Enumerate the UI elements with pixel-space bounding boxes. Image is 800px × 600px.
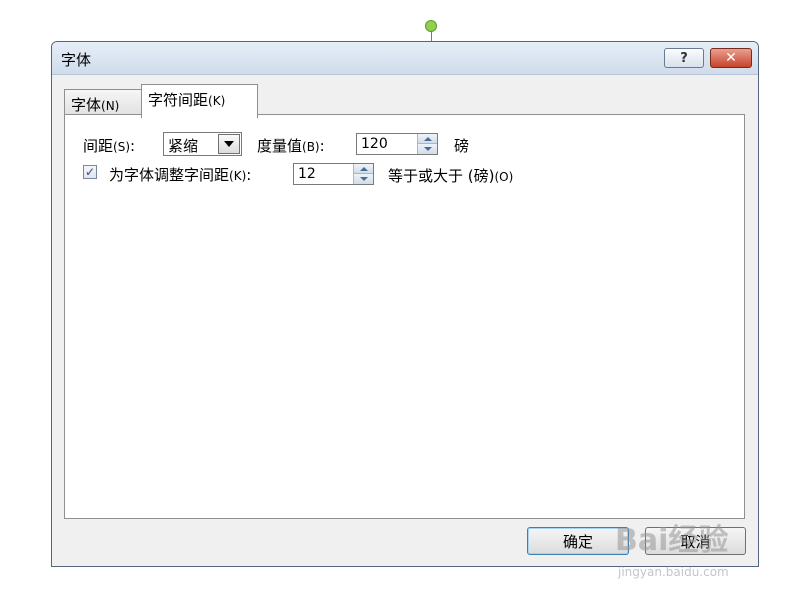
kerning-increment-button[interactable] [354,164,373,174]
amount-unit: 磅 [454,137,470,155]
font-dialog: 字体 ? ✕ 字体(N) 字符间距(K) 间距(S): 紧缩 度量值(B): 1… [51,41,759,567]
amount-spin-buttons [417,134,437,154]
spacing-label: 间距(S): [83,137,136,155]
amount-label: 度量值(B): [257,137,325,155]
close-button[interactable]: ✕ [710,48,752,68]
amount-value: 120 [361,136,388,152]
ok-button[interactable]: 确定 [527,527,629,555]
kerning-spin-buttons [353,164,373,184]
arrow-up-icon [359,166,368,171]
spacing-select[interactable]: 紧缩 [163,132,242,156]
tab-character-spacing[interactable]: 字符间距(K) [141,84,258,118]
arrow-up-icon [423,136,432,141]
dialog-title: 字体 [61,51,92,69]
spacing-dropdown-button[interactable] [218,134,240,154]
kerning-spinbox[interactable]: 12 [293,163,374,185]
watermark-url: jingyan.baidu.com [618,565,729,579]
spacing-select-value: 紧缩 [168,137,199,155]
chevron-down-icon [224,141,234,147]
help-button[interactable]: ? [664,48,704,68]
tab-font-label: 字体 [71,96,102,114]
kerning-checkbox[interactable]: ✓ [83,165,97,179]
tab-font[interactable]: 字体(N) [64,89,142,117]
title-bar[interactable]: 字体 ? ✕ [52,42,758,75]
kerning-decrement-button[interactable] [354,174,373,184]
character-spacing-panel: 间距(S): 紧缩 度量值(B): 120 磅 ✓ 为字体调整字间距(K): 1… [64,114,745,519]
kerning-suffix: 等于或大于 (磅)(O) [388,167,514,185]
tab-spacing-label: 字符间距 [148,91,209,109]
help-icon: ? [680,50,688,66]
ok-button-label: 确定 [562,532,593,551]
close-icon: ✕ [725,50,737,66]
arrow-down-icon [423,147,432,151]
kerning-label[interactable]: 为字体调整字间距(K): [109,164,251,185]
amount-decrement-button[interactable] [418,144,437,154]
amount-spinbox[interactable]: 120 [356,133,438,155]
watermark-logo: Bai经验 [615,523,729,558]
arrow-down-icon [359,177,368,181]
amount-increment-button[interactable] [418,134,437,144]
tab-spacing-mnemonic: (K) [208,94,226,108]
checkmark-icon: ✓ [84,165,96,179]
tab-font-mnemonic: (N) [101,99,120,113]
rotation-handle-stem [431,31,432,41]
kerning-value: 12 [298,166,316,182]
